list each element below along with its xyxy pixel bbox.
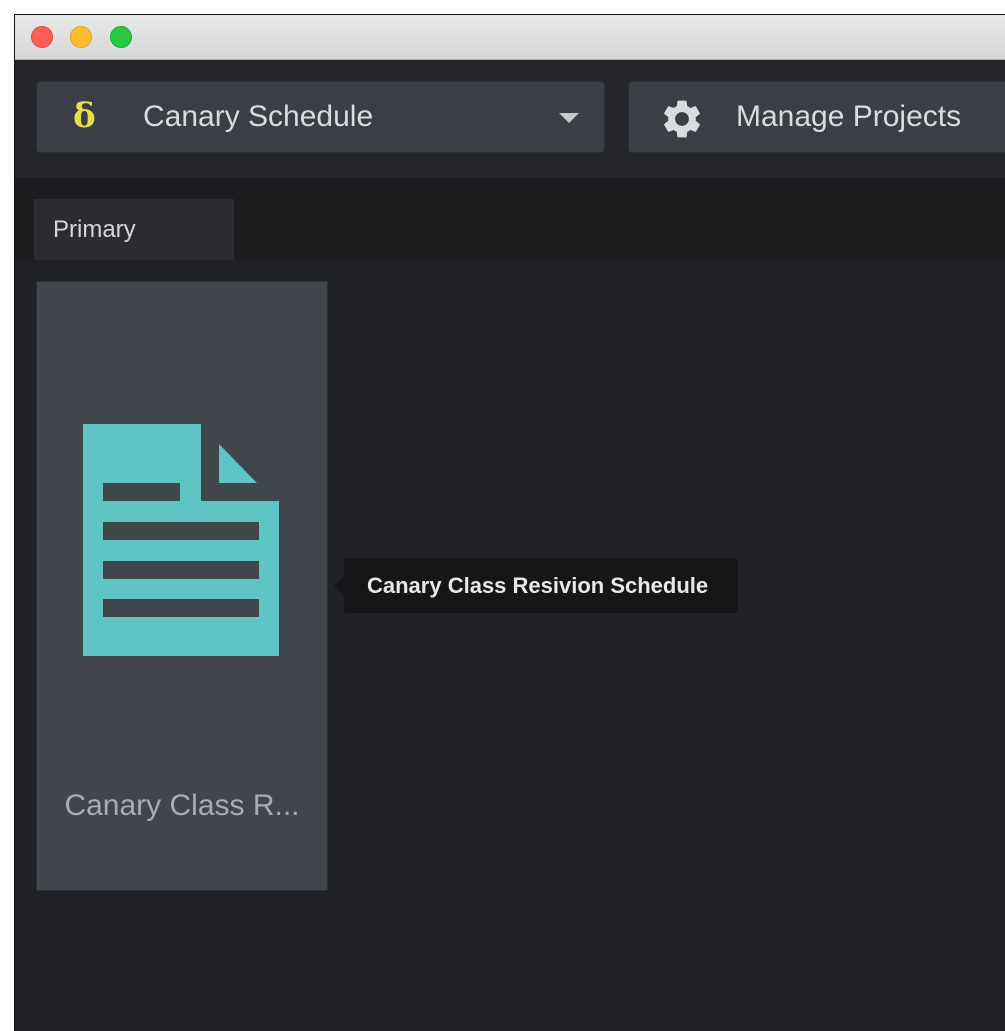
tab-bar: Primary	[15, 178, 1005, 260]
project-selector-dropdown[interactable]: δ Canary Schedule	[36, 81, 605, 153]
title-bar	[15, 15, 1005, 60]
document-icon	[83, 424, 279, 656]
app-window: δ Canary Schedule Manage Projects Primar…	[14, 14, 1005, 1031]
toolbar: δ Canary Schedule Manage Projects	[15, 60, 1005, 178]
manage-projects-label: Manage Projects	[736, 100, 962, 133]
tooltip: Canary Class Resivion Schedule	[334, 558, 738, 613]
tab-primary[interactable]: Primary	[34, 199, 234, 260]
close-window-button[interactable]	[31, 26, 53, 48]
schedule-card[interactable]: Canary Class R...	[36, 281, 328, 891]
card-title: Canary Class R...	[64, 789, 300, 822]
delta-icon: δ	[73, 96, 96, 136]
tooltip-text: Canary Class Resivion Schedule	[367, 573, 709, 598]
tooltip-arrow	[334, 576, 344, 596]
minimize-window-button[interactable]	[70, 26, 92, 48]
content-area: Canary Class R... Canary Class Resivion …	[15, 260, 1005, 1031]
selected-project-label: Canary Schedule	[143, 100, 374, 133]
gear-icon	[664, 100, 700, 138]
tab-label: Primary	[53, 216, 136, 243]
chevron-down-icon	[559, 113, 579, 123]
manage-projects-button[interactable]: Manage Projects	[628, 81, 1005, 153]
zoom-window-button[interactable]	[110, 26, 132, 48]
